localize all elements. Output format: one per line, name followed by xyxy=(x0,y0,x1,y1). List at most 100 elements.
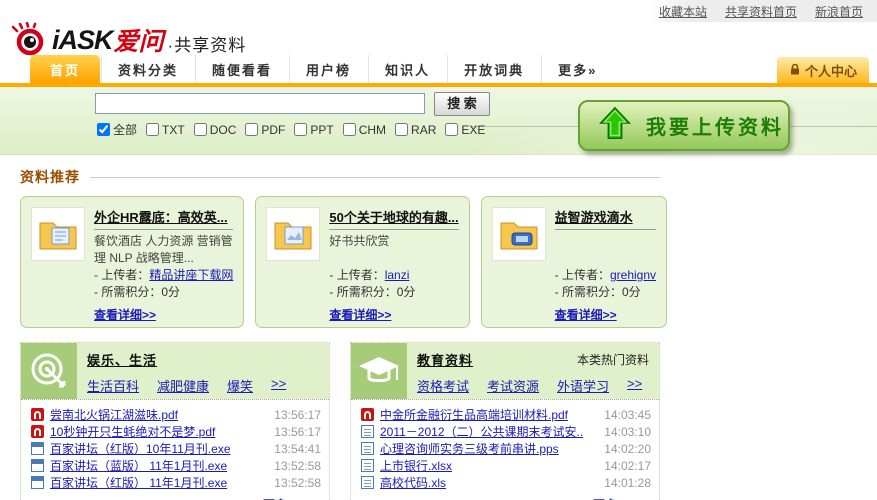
upload-button[interactable]: 我要上传资料 xyxy=(578,100,790,151)
file-row: 10秒钟开只生蚝绝对不是梦.pdf 13:56:17 xyxy=(31,423,321,440)
main-nav: 首页 资料分类 随便看看 用户榜 知识人 开放词典 更多» 个人中心 xyxy=(0,58,877,83)
card-description: 餐饮酒店 人力资源 营销管理 NLP 战略管理... xyxy=(94,233,233,267)
file-link[interactable]: 高校代码.xls xyxy=(380,474,596,491)
file-list: 中金所金融衍生品高端培训材料.pdf 14:03:45 2011－2012（二）… xyxy=(351,399,659,500)
view-detail-link[interactable]: 查看详细>> xyxy=(94,306,156,323)
file-link[interactable]: 心理咨询师实务三级考前串讲.pps xyxy=(380,440,596,457)
filter-txt-checkbox[interactable] xyxy=(146,123,159,136)
view-detail-link[interactable]: 查看详细>> xyxy=(555,306,617,323)
sina-eye-logo-icon xyxy=(10,22,50,59)
exe-icon xyxy=(31,476,44,489)
filter-chm-checkbox[interactable] xyxy=(343,123,356,136)
file-time: 14:02:17 xyxy=(604,459,651,473)
file-time: 14:03:45 xyxy=(604,408,651,422)
exe-icon xyxy=(31,459,44,472)
link-bookmark-site[interactable]: 收藏本站 xyxy=(659,3,707,20)
nav-tab-user-rank[interactable]: 用户榜 xyxy=(289,55,367,83)
uploader-link[interactable]: 精品讲座下载网 xyxy=(149,268,233,282)
file-link[interactable]: 上市银行.xlsx xyxy=(380,457,596,474)
doc-icon xyxy=(361,476,374,489)
pdf-icon xyxy=(361,408,374,421)
search-button[interactable]: 搜 索 xyxy=(434,92,490,116)
panel-header: 教育资料 本类热门资料 资格考试 考试资源 外语学习 >> xyxy=(351,343,659,399)
filter-pdf[interactable]: PDF xyxy=(245,123,285,137)
file-link[interactable]: 百家讲坛（红版） 11年1月刊.exe xyxy=(50,474,266,491)
filter-label: PDF xyxy=(261,123,285,137)
brand-latin: iASK xyxy=(52,25,113,56)
panel-sublink[interactable]: 生活百科 xyxy=(87,376,139,395)
file-row: 百家讲坛（蓝版） 11年1月刊.exe 13:52:58 xyxy=(31,457,321,474)
file-row: 百家讲坛（红版） 11年1月刊.exe 13:52:58 xyxy=(31,474,321,491)
card-title-link[interactable]: 益智游戏滴水 xyxy=(555,210,633,225)
filter-label: EXE xyxy=(461,123,485,137)
nav-tab-knowledge[interactable]: 知识人 xyxy=(368,55,446,83)
card-title-link[interactable]: 50个关于地球的有趣... xyxy=(329,210,458,225)
filter-label: RAR xyxy=(411,123,436,137)
nav-tab-more[interactable]: 更多» xyxy=(541,55,613,83)
file-link[interactable]: 中金所金融衍生品高端培训材料.pdf xyxy=(380,406,596,423)
filter-rar-checkbox[interactable] xyxy=(395,123,408,136)
filter-exe[interactable]: EXE xyxy=(445,123,485,137)
card-points-row: - 所需积分：0分 xyxy=(94,284,233,301)
nav-tab-dictionary[interactable]: 开放词典 xyxy=(447,55,540,83)
link-sina-home[interactable]: 新浪首页 xyxy=(815,3,863,20)
personal-center-button[interactable]: 个人中心 xyxy=(777,57,869,83)
panel-sublink[interactable]: 减肥健康 xyxy=(157,376,209,395)
card-uploader-row: - 上传者：grehignv xyxy=(555,267,656,284)
filter-txt[interactable]: TXT xyxy=(146,123,185,137)
panel-sublink[interactable]: 资格考试 xyxy=(417,376,469,395)
pdf-icon xyxy=(31,408,44,421)
search-input[interactable] xyxy=(95,93,425,114)
nav-tab-categories[interactable]: 资料分类 xyxy=(101,55,194,83)
file-time: 13:56:17 xyxy=(274,425,321,439)
graduation-cap-icon xyxy=(351,343,407,399)
folder-game-icon xyxy=(492,207,546,261)
filter-ppt[interactable]: PPT xyxy=(294,123,333,137)
panel-sublink[interactable]: 爆笑 xyxy=(227,376,253,395)
filter-exe-checkbox[interactable] xyxy=(445,123,458,136)
file-row: 心理咨询师实务三级考前串讲.pps 14:02:20 xyxy=(361,440,651,457)
recommend-card: 50个关于地球的有趣... 好书共欣赏 - 上传者：lanzi - 所需积分：0… xyxy=(255,196,469,328)
filter-pdf-checkbox[interactable] xyxy=(245,123,258,136)
file-list: 尝南北火锅江湖滋味.pdf 13:56:17 10秒钟开只生蚝绝对不是梦.pdf… xyxy=(21,399,329,500)
brand-suffix: ·共享资料 xyxy=(168,31,247,56)
view-detail-link[interactable]: 查看详细>> xyxy=(329,306,391,323)
nav-tab-home[interactable]: 首页 xyxy=(30,55,100,83)
top-utility-bar: 收藏本站 共享资料首页 新浪首页 xyxy=(0,0,877,22)
file-time: 14:03:10 xyxy=(604,425,651,439)
file-link[interactable]: 尝南北火锅江湖滋味.pdf xyxy=(50,406,266,423)
doc-icon xyxy=(361,442,374,455)
filter-rar[interactable]: RAR xyxy=(395,123,436,137)
panel-sublink-more[interactable]: >> xyxy=(627,376,642,395)
filter-chm[interactable]: CHM xyxy=(343,123,386,137)
filter-all[interactable]: 全部 xyxy=(97,121,137,138)
uploader-link[interactable]: lanzi xyxy=(385,268,410,282)
filter-ppt-checkbox[interactable] xyxy=(294,123,307,136)
panel-hot-label: 本类热门资料 xyxy=(577,351,649,368)
file-link[interactable]: 2011－2012（二）公共课期末考试安.. xyxy=(380,423,596,440)
panel-sublink[interactable]: 考试资源 xyxy=(487,376,539,395)
points-value: 0分 xyxy=(622,285,641,299)
points-label: - 所需积分： xyxy=(555,285,622,299)
filter-doc[interactable]: DOC xyxy=(194,123,237,137)
recommend-cards: 外企HR露底：高效英... 餐饮酒店 人力资源 营销管理 NLP 战略管理...… xyxy=(20,196,660,328)
file-link[interactable]: 百家讲坛（蓝版） 11年1月刊.exe xyxy=(50,457,266,474)
link-share-home[interactable]: 共享资料首页 xyxy=(725,3,797,20)
file-row: 上市银行.xlsx 14:02:17 xyxy=(361,457,651,474)
card-points-row: - 所需积分：0分 xyxy=(555,284,656,301)
file-link[interactable]: 百家讲坛（红版）10年11月刊.exe xyxy=(50,440,266,457)
panel-sublink-more[interactable]: >> xyxy=(271,376,286,395)
file-time: 13:52:58 xyxy=(274,476,321,490)
nav-tab-browse[interactable]: 随便看看 xyxy=(195,55,288,83)
points-label: - 所需积分： xyxy=(329,285,396,299)
panel-title-link[interactable]: 教育资料 xyxy=(417,350,473,369)
filter-doc-checkbox[interactable] xyxy=(194,123,207,136)
card-title-link[interactable]: 外企HR露底：高效英... xyxy=(94,210,228,225)
file-link[interactable]: 10秒钟开只生蚝绝对不是梦.pdf xyxy=(50,423,266,440)
filter-all-checkbox[interactable] xyxy=(97,123,110,136)
doc-icon xyxy=(361,425,374,438)
panel-sublink[interactable]: 外语学习 xyxy=(557,376,609,395)
file-time: 13:52:58 xyxy=(274,459,321,473)
uploader-link[interactable]: grehignv xyxy=(610,268,656,282)
panel-title-link[interactable]: 娱乐、生活 xyxy=(87,350,157,369)
